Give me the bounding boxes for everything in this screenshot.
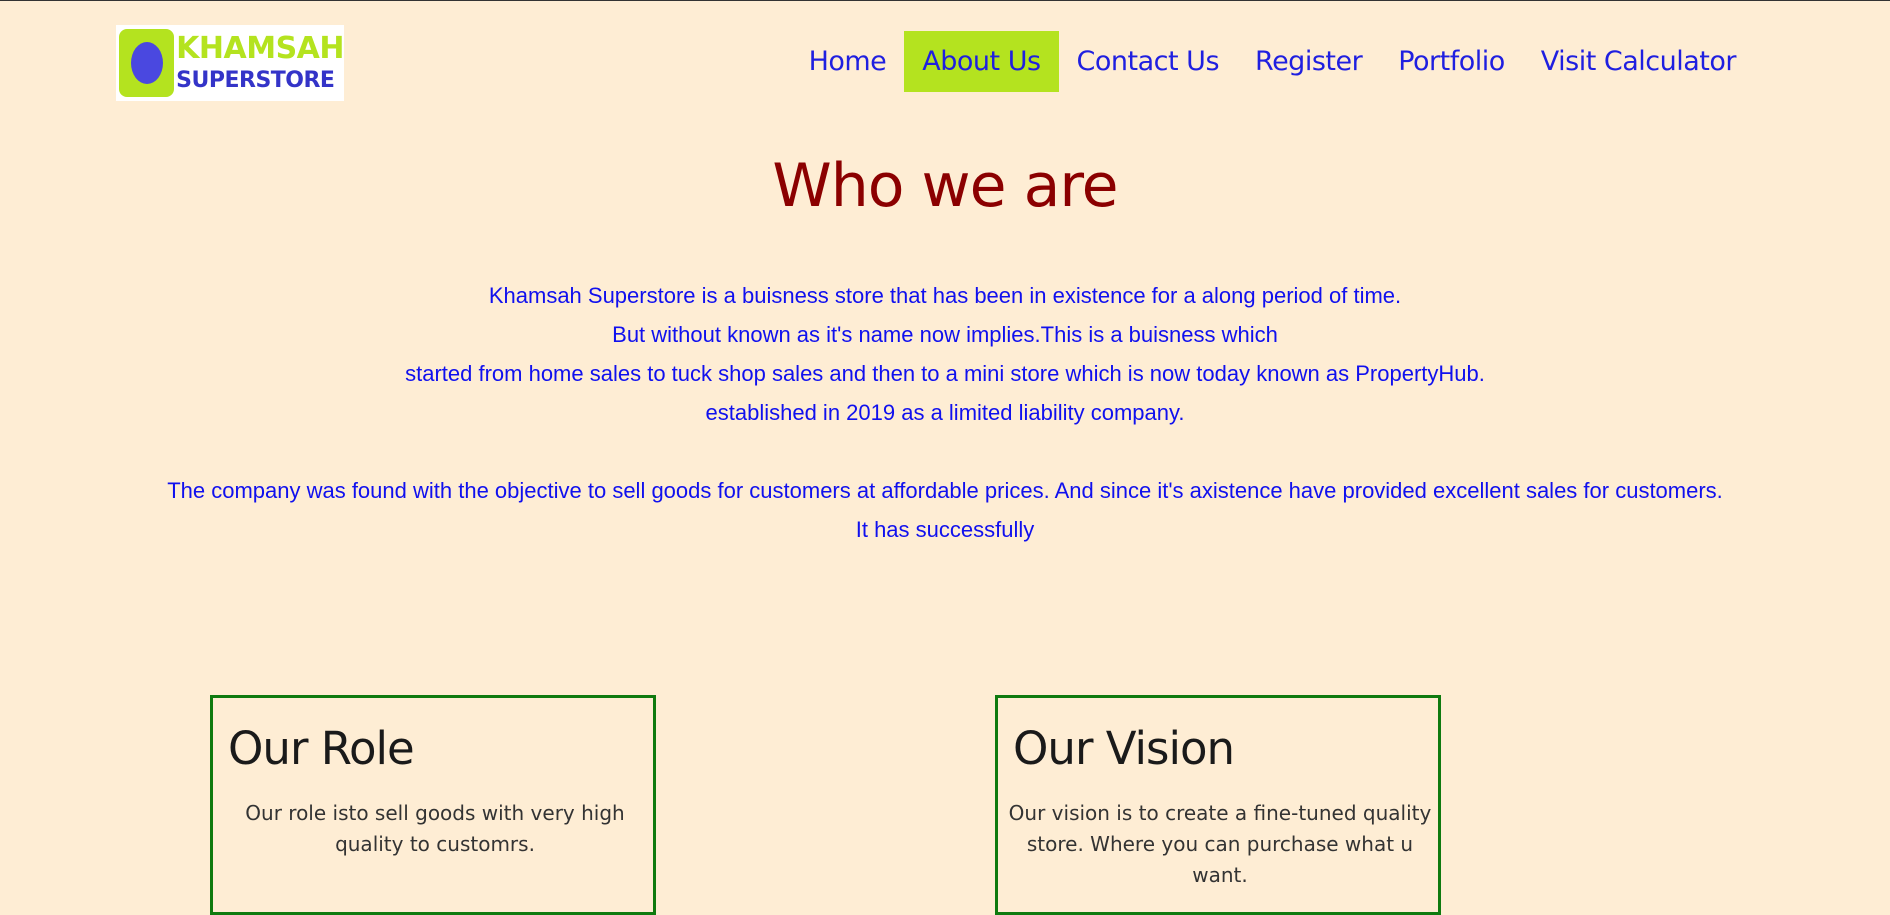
intro-line-1: Khamsah Superstore is a buisness store t… <box>488 283 1402 308</box>
intro-line-6: It has successfully <box>855 517 1035 542</box>
intro-line-4: established in 2019 as a limited liabili… <box>705 400 1185 425</box>
our-role-title: Our Role <box>228 722 415 775</box>
site-logo[interactable]: KHAMSAH SUPERSTORE <box>116 25 344 101</box>
our-vision-text: Our vision is to create a fine-tuned qua… <box>1008 801 1432 887</box>
nav-contact-us[interactable]: Contact Us <box>1059 31 1237 92</box>
nav-home[interactable]: Home <box>791 31 905 92</box>
our-vision-title: Our Vision <box>1013 722 1235 775</box>
nav-portfolio[interactable]: Portfolio <box>1380 31 1523 92</box>
nav-visit-calculator[interactable]: Visit Calculator <box>1523 31 1754 92</box>
page-title: Who we are <box>772 151 1118 221</box>
intro-line-2: But without known as it's name now impli… <box>612 322 1278 347</box>
nav-about-us[interactable]: About Us <box>904 31 1059 92</box>
logo-line1: KHAMSAH <box>176 31 344 66</box>
logo-line2: SUPERSTORE <box>176 68 335 93</box>
intro-text: Khamsah Superstore is a buisness store t… <box>0 276 1890 549</box>
logo-badge-icon <box>119 29 175 97</box>
intro-line-3: started from home sales to tuck shop sal… <box>405 361 1485 386</box>
our-vision-card: Our Vision Our vision is to create a fin… <box>995 695 1441 915</box>
main-nav: Home About Us Contact Us Register Portfo… <box>791 31 1754 92</box>
our-role-card: Our Role Our role isto sell goods with v… <box>210 695 656 915</box>
logo-text: KHAMSAH SUPERSTORE <box>176 34 344 92</box>
our-role-text: Our role isto sell goods with very high … <box>245 801 625 856</box>
logo-oval-icon <box>130 42 163 84</box>
nav-register[interactable]: Register <box>1237 31 1380 92</box>
intro-line-5: The company was found with the objective… <box>167 478 1723 503</box>
